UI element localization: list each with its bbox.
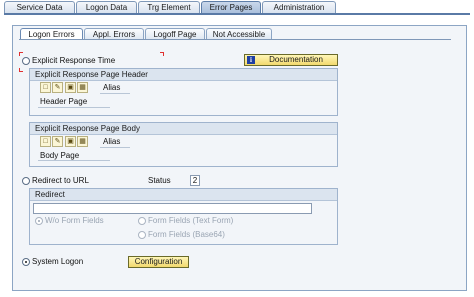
status-field[interactable]: 2 [190, 175, 200, 186]
subtab-strip-divider [19, 39, 451, 40]
display-icon[interactable]: ▦ [77, 82, 88, 93]
form-fields-base64-label: Form Fields (Base64) [148, 230, 225, 239]
header-alias-label: Alias [103, 83, 121, 92]
form-fields-base64-radio[interactable] [138, 231, 146, 239]
header-alias-field[interactable] [100, 93, 130, 94]
delete-icon[interactable]: ▣ [65, 82, 76, 93]
system-logon-radio[interactable] [22, 258, 30, 266]
body-page-label: Body Page [40, 151, 80, 160]
redirect-to-url-label: Redirect to URL [32, 176, 89, 185]
display-icon[interactable]: ▦ [77, 136, 88, 147]
body-alias-field[interactable] [100, 147, 130, 148]
form-fields-text-label: Form Fields (Text Form) [148, 216, 234, 225]
header-page-label: Header Page [40, 97, 88, 106]
header-page-field[interactable] [38, 107, 110, 108]
form-fields-text-radio[interactable] [138, 217, 146, 225]
delete-icon[interactable]: ▣ [65, 136, 76, 147]
focus-corner [160, 52, 164, 56]
explicit-response-time-label: Explicit Response Time [32, 56, 116, 65]
explicit-response-time-radio[interactable] [22, 57, 30, 65]
body-page-field[interactable] [38, 160, 110, 161]
focus-corner [19, 68, 23, 72]
header-group-title: Explicit Response Page Header [30, 69, 337, 81]
system-logon-label: System Logon [32, 257, 84, 266]
redirect-group-title: Redirect [30, 189, 337, 201]
wo-form-fields-radio[interactable] [35, 217, 43, 225]
documentation-button-label: Documentation [269, 55, 323, 64]
body-alias-label: Alias [103, 137, 121, 146]
body-group-title: Explicit Response Page Body [30, 123, 337, 135]
info-icon: i [247, 56, 255, 64]
configuration-button[interactable]: Configuration [128, 256, 189, 268]
edit-icon[interactable]: ✎ [52, 82, 63, 93]
documentation-button[interactable]: i Documentation [244, 54, 338, 66]
status-label: Status [148, 176, 171, 185]
new-document-icon[interactable]: □ [40, 136, 51, 147]
focus-corner [19, 52, 23, 56]
redirect-url-input[interactable] [33, 203, 312, 214]
redirect-to-url-radio[interactable] [22, 177, 30, 185]
edit-icon[interactable]: ✎ [52, 136, 63, 147]
new-document-icon[interactable]: □ [40, 82, 51, 93]
tab-strip-divider [4, 13, 470, 15]
wo-form-fields-label: W/o Form Fields [45, 216, 104, 225]
